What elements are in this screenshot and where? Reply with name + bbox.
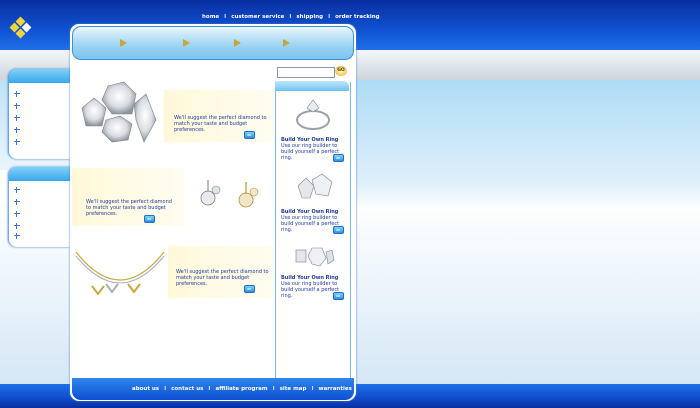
necklace-image[interactable] (72, 248, 168, 300)
fast-forward-button[interactable]: ▸▸ (333, 154, 344, 162)
diamonds-small-image[interactable] (290, 242, 336, 272)
tab-arrow-icon[interactable] (120, 39, 127, 47)
fast-forward-button[interactable]: ▸▸ (333, 292, 344, 300)
promo-text-1: We'll suggest the perfect diamond to mat… (174, 115, 267, 133)
nav-separator: I (289, 14, 292, 20)
go-button[interactable]: GO (335, 66, 347, 76)
fast-forward-button[interactable]: ▸▸ (244, 131, 255, 139)
menu-bullet-icon[interactable] (14, 91, 20, 97)
search-input[interactable] (277, 67, 335, 78)
menu-bullet-icon[interactable] (14, 223, 20, 229)
nav-link-order-tracking[interactable]: order tracking (335, 14, 380, 24)
fast-forward-button[interactable]: ▸▸ (144, 215, 155, 223)
menu-bullet-icon[interactable] (14, 199, 20, 205)
menu-bullet-icon[interactable] (14, 127, 20, 133)
earrings-image[interactable] (186, 168, 272, 224)
footer-nav: about us I contact us I affiliate progra… (132, 386, 352, 392)
promo-text-2: We'll suggest the perfect diamond to mat… (86, 199, 172, 217)
tab-arrow-icon[interactable] (283, 39, 290, 47)
nav-link-customer-service[interactable]: customer service (231, 14, 284, 24)
footer-separator: I (164, 386, 167, 392)
tab-arrow-icon[interactable] (183, 39, 190, 47)
right-sidebar-header (275, 81, 349, 91)
footer-link-warranties[interactable]: warranties (319, 386, 352, 392)
nav-link-shipping[interactable]: shipping (296, 14, 323, 24)
footer-separator: I (272, 386, 275, 392)
diamonds-image[interactable] (72, 80, 164, 158)
footer-link-contact-us[interactable]: contact us (171, 386, 203, 392)
promo-text-3: We'll suggest the perfect diamond to mat… (176, 269, 269, 287)
fast-forward-button[interactable]: ▸▸ (244, 285, 255, 293)
menu-bullet-icon[interactable] (14, 115, 20, 121)
nav-separator: I (224, 14, 227, 20)
fast-forward-button[interactable]: ▸▸ (333, 226, 344, 234)
promo-panel-2 (72, 168, 184, 226)
footer-link-affiliate-program[interactable]: affiliate program (215, 386, 267, 392)
tab-arrow-icon[interactable] (234, 39, 241, 47)
footer-link-site-map[interactable]: site map (280, 386, 307, 392)
menu-bullet-icon[interactable] (14, 103, 20, 109)
diamond-image[interactable] (290, 170, 336, 206)
menu-bullet-icon[interactable] (14, 139, 20, 145)
menu-bullet-icon[interactable] (14, 211, 20, 217)
nav-separator: I (328, 14, 331, 20)
top-tab-bar (72, 26, 354, 60)
nav-link-home[interactable]: home (202, 14, 219, 24)
left-menu-2-header (9, 167, 71, 181)
ring-image[interactable] (290, 94, 336, 134)
footer-separator: I (208, 386, 211, 392)
left-menu-1-header (9, 69, 71, 83)
menu-bullet-icon[interactable] (14, 187, 20, 193)
menu-bullet-icon[interactable] (14, 233, 20, 239)
top-nav: home I customer service I shipping I ord… (202, 14, 380, 24)
footer-separator: I (311, 386, 314, 392)
sky-band (355, 80, 700, 210)
footer-link-about-us[interactable]: about us (132, 386, 159, 392)
logo-icon[interactable] (8, 16, 32, 40)
